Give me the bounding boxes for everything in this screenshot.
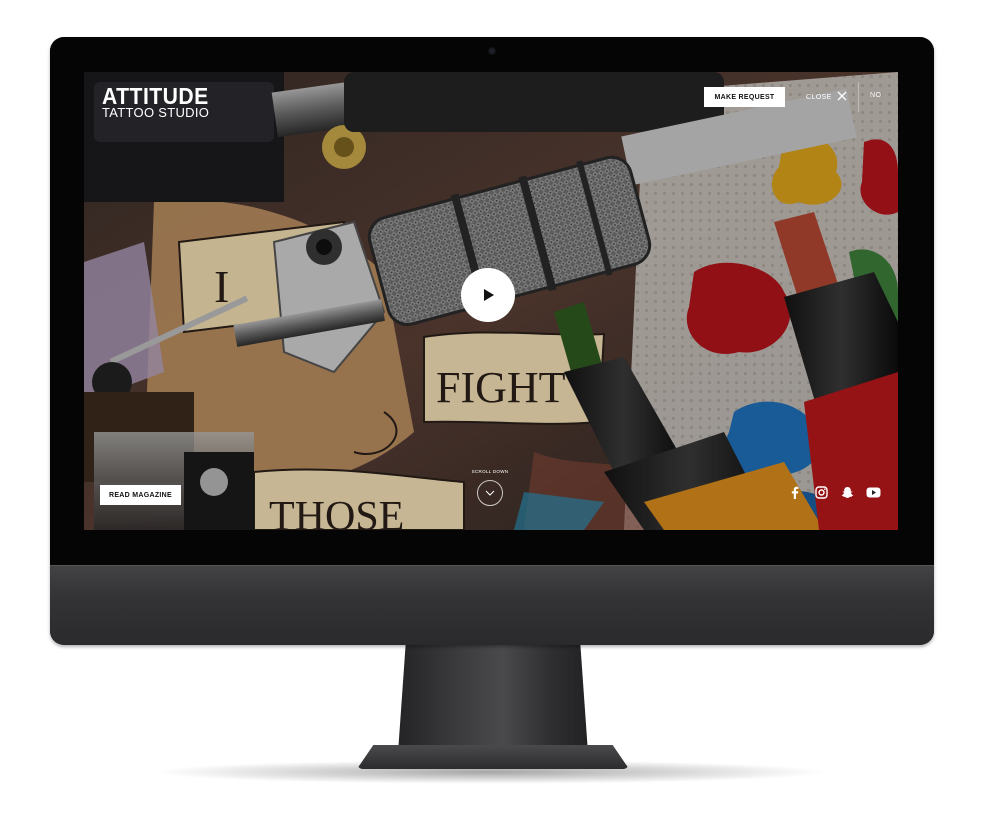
website-screen: I FIGHT THOSE ATTITUDE TATTOO STUDIO MAK… (84, 72, 898, 530)
play-icon (484, 289, 494, 301)
camera-icon (489, 48, 495, 54)
chevron-down-icon (485, 490, 495, 496)
language-switch[interactable]: NO (870, 92, 881, 99)
monitor-stand-neck (398, 645, 588, 753)
site-logo[interactable]: ATTITUDE TATTOO STUDIO (102, 84, 218, 119)
make-request-button[interactable]: MAKE REQUEST (704, 87, 785, 107)
scroll-down-button[interactable] (477, 480, 503, 506)
close-icon (837, 91, 847, 103)
facebook-icon[interactable] (787, 484, 803, 500)
social-links (787, 484, 881, 500)
logo-title: ATTITUDE (102, 83, 209, 109)
scroll-down-label: SCROLL DOWN (471, 469, 509, 474)
read-magazine-button[interactable]: READ MAGAZINE (100, 485, 181, 505)
header-divider (858, 82, 859, 112)
close-button[interactable]: CLOSE (806, 91, 847, 103)
monitor-chin (50, 565, 934, 645)
instagram-icon[interactable] (813, 484, 829, 500)
youtube-icon[interactable] (865, 484, 881, 500)
close-label: CLOSE (806, 93, 832, 101)
snapchat-icon[interactable] (839, 484, 855, 500)
play-video-button[interactable] (461, 268, 515, 322)
monitor-stand-foot (357, 745, 629, 769)
